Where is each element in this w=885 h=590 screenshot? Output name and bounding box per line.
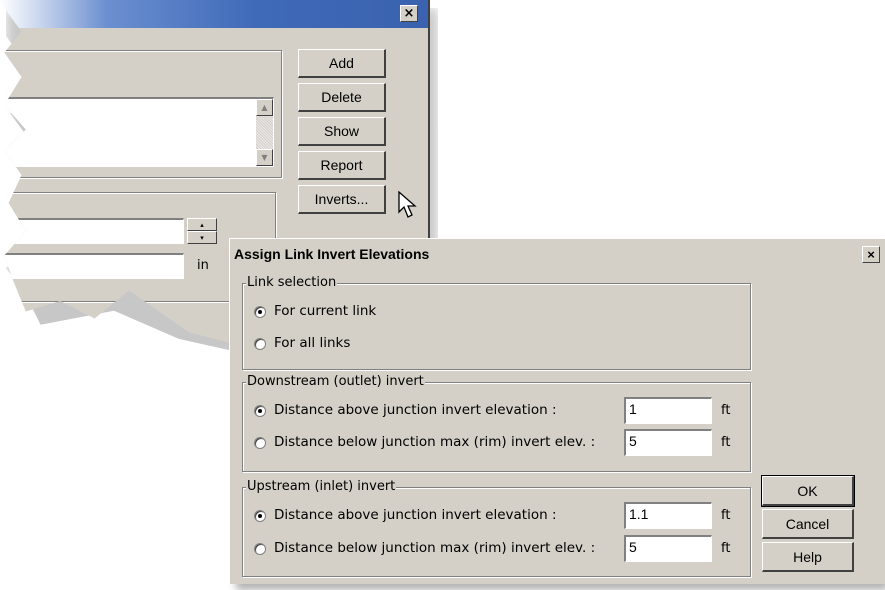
for-all-links-label: For all links — [274, 335, 351, 351]
downstream-invert-label: Downstream (outlet) invert — [246, 374, 425, 389]
downstream-above-radio[interactable] — [254, 405, 266, 417]
upstream-invert-group — [242, 487, 751, 577]
downstream-above-input[interactable]: 1 — [624, 397, 712, 424]
scroll-up-icon[interactable]: ▲ — [256, 99, 273, 116]
upstream-above-label: Distance above junction invert elevation… — [274, 507, 557, 523]
radio-selected-icon — [258, 409, 262, 413]
dialog-titlebar: Assign Link Invert Elevations × — [230, 239, 885, 271]
downstream-below-radio[interactable] — [254, 437, 266, 449]
delete-button[interactable]: Delete — [298, 83, 386, 112]
link-selection-label: Link selection — [246, 275, 338, 290]
report-button[interactable]: Report — [298, 151, 386, 180]
assign-link-invert-dialog: Assign Link Invert Elevations × Link sel… — [229, 238, 885, 584]
inverts-button[interactable]: Inverts... — [298, 185, 386, 214]
downstream-below-input[interactable]: 5 — [624, 429, 712, 456]
show-button[interactable]: Show — [298, 117, 386, 146]
help-button[interactable]: Help — [762, 542, 854, 572]
upstream-above-radio[interactable] — [254, 510, 266, 522]
mouse-cursor-icon — [398, 190, 417, 218]
background-close-button[interactable]: × — [400, 5, 418, 22]
downstream-below-label: Distance below junction max (rim) invert… — [274, 434, 596, 450]
cancel-button[interactable]: Cancel — [762, 509, 854, 539]
radio-selected-icon — [258, 310, 262, 314]
upstream-below-label: Distance below junction max (rim) invert… — [274, 540, 596, 556]
spin-control[interactable]: ▴ ▾ — [187, 218, 217, 244]
radio-selected-icon — [258, 514, 262, 518]
downstream-invert-group — [242, 382, 751, 472]
for-all-links-radio[interactable] — [254, 338, 266, 350]
close-icon: × — [403, 6, 415, 21]
background-text-field[interactable] — [0, 218, 184, 244]
upstream-invert-label: Upstream (inlet) invert — [246, 479, 397, 494]
unit-label: in — [197, 258, 209, 273]
scrollbar[interactable]: ▲ ▼ — [256, 99, 273, 166]
spin-down-icon[interactable]: ▾ — [187, 231, 217, 244]
dialog-title: Assign Link Invert Elevations — [234, 246, 430, 262]
background-listbox[interactable]: ▲ ▼ — [0, 97, 274, 167]
downstream-below-unit: ft — [721, 435, 731, 450]
add-button[interactable]: Add — [298, 49, 386, 78]
scroll-down-icon[interactable]: ▼ — [256, 149, 273, 166]
background-titlebar — [0, 0, 428, 28]
ok-button[interactable]: OK — [761, 475, 855, 507]
spin-up-icon[interactable]: ▴ — [187, 218, 217, 231]
upstream-below-radio[interactable] — [254, 543, 266, 555]
link-selection-group — [242, 283, 751, 370]
downstream-above-unit: ft — [721, 403, 731, 418]
for-current-link-radio[interactable] — [254, 306, 266, 318]
upstream-below-input[interactable]: 5 — [624, 535, 712, 562]
close-icon: × — [867, 247, 875, 262]
upstream-below-unit: ft — [721, 541, 731, 556]
downstream-above-label: Distance above junction invert elevation… — [274, 402, 557, 418]
upstream-above-unit: ft — [721, 508, 731, 523]
for-current-link-label: For current link — [274, 303, 377, 319]
background-measure-field[interactable] — [0, 253, 184, 279]
upstream-above-input[interactable]: 1.1 — [624, 502, 712, 529]
dialog-close-button[interactable]: × — [862, 246, 880, 263]
